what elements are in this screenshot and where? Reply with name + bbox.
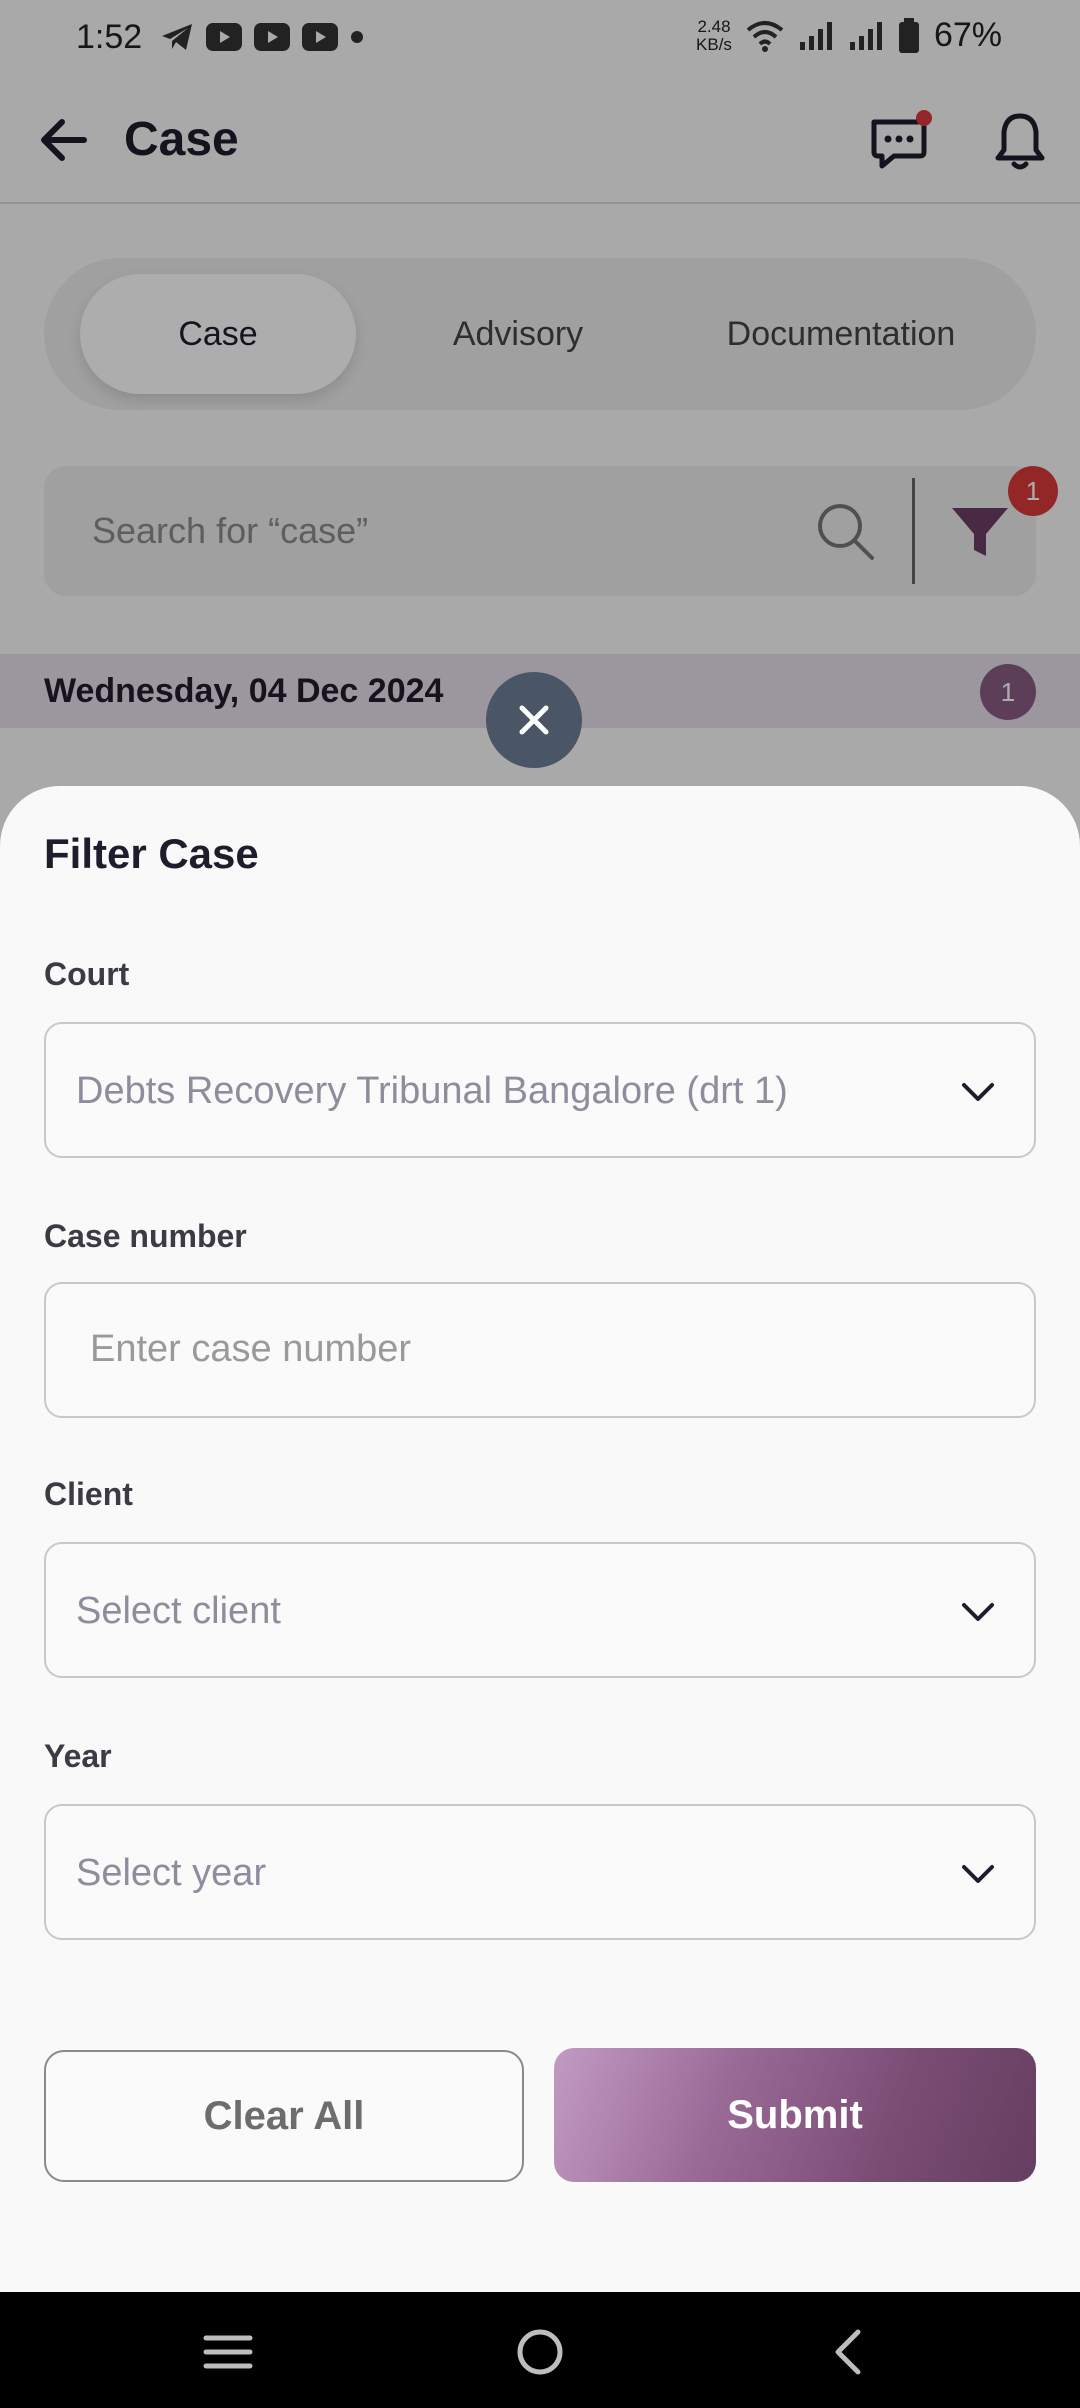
year-dropdown[interactable]: Select year: [44, 1804, 1036, 1940]
chevron-down-icon: [962, 1083, 994, 1101]
year-label: Year: [44, 1738, 112, 1774]
year-placeholder: Select year: [76, 1852, 267, 1894]
case-number-input[interactable]: [90, 1328, 990, 1371]
back-nav-icon[interactable]: [820, 2324, 880, 2380]
client-dropdown[interactable]: Select client: [44, 1542, 1036, 1678]
home-icon[interactable]: [510, 2324, 570, 2380]
client-label: Client: [44, 1476, 133, 1512]
recent-apps-icon[interactable]: [198, 2324, 258, 2380]
submit-button[interactable]: Submit: [554, 2048, 1036, 2182]
chevron-down-icon: [962, 1603, 994, 1621]
system-navigation-bar: [0, 2292, 1080, 2408]
case-number-label: Case number: [44, 1218, 247, 1254]
close-sheet-button[interactable]: [486, 672, 582, 768]
court-label: Court: [44, 956, 130, 992]
filter-bottom-sheet: Filter Case Court Debts Recovery Tribuna…: [0, 786, 1080, 2292]
case-number-field[interactable]: [44, 1282, 1036, 1418]
sheet-title: Filter Case: [44, 830, 259, 877]
client-placeholder: Select client: [76, 1590, 281, 1632]
clear-all-button[interactable]: Clear All: [44, 2050, 524, 2182]
court-selected-value: Debts Recovery Tribunal Bangalore (drt 1…: [76, 1070, 788, 1112]
chevron-down-icon: [962, 1865, 994, 1883]
court-dropdown[interactable]: Debts Recovery Tribunal Bangalore (drt 1…: [44, 1022, 1036, 1158]
close-icon: [519, 705, 549, 735]
